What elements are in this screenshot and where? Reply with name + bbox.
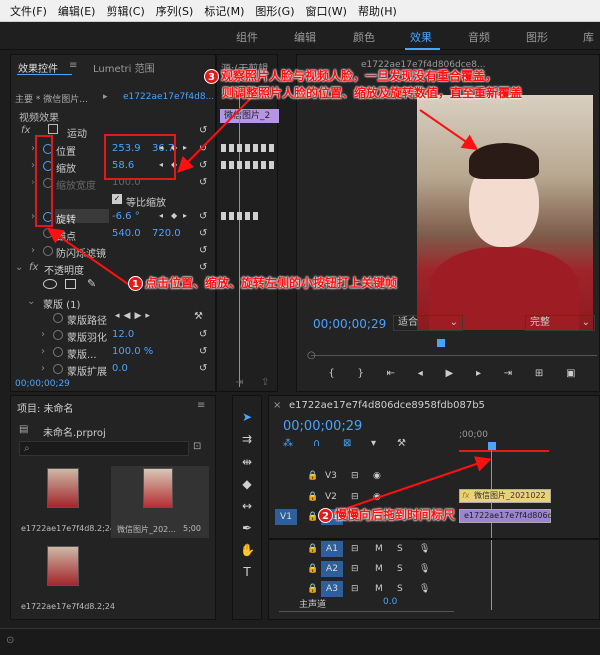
annotation-step-3: 3 观察照片人脸与视频人脸，一旦发现没有重合覆盖， 则调整照片人脸的位置、缩放及旋转… (204, 68, 522, 102)
annotation-step-2: 2 慢慢向后拖到时间标尺 (318, 506, 455, 523)
annotation-step-1: 1 点击位置、缩放、旋转左侧的小按钮打上关键帧 (128, 274, 397, 291)
